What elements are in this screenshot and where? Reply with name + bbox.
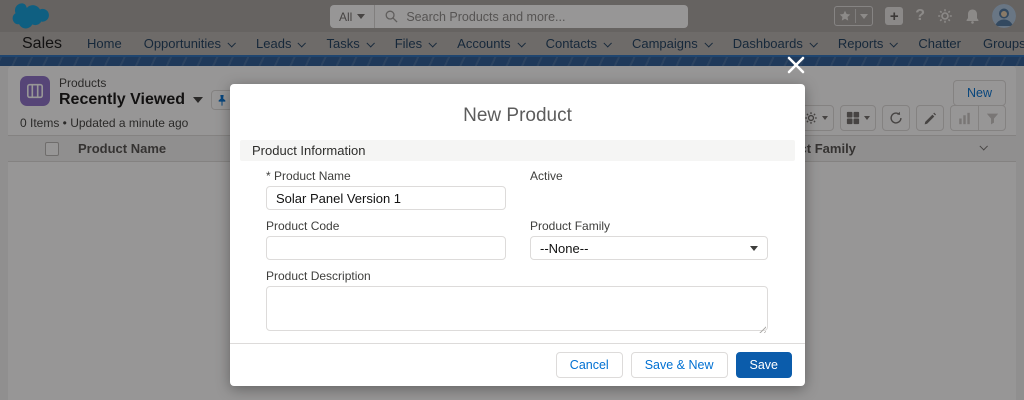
product-description-label: Product Description bbox=[266, 269, 371, 283]
close-icon bbox=[787, 56, 805, 74]
product-code-label: Product Code bbox=[266, 219, 340, 233]
product-form: * Product Name Active Product Code Produ… bbox=[230, 161, 805, 345]
modal-title: New Product bbox=[463, 105, 572, 126]
required-asterisk: * bbox=[266, 169, 271, 183]
modal-footer: Cancel Save & New Save bbox=[230, 343, 805, 386]
modal-close-button[interactable] bbox=[787, 56, 805, 74]
product-code-field: Product Code bbox=[266, 219, 506, 260]
product-description-field: Product Description bbox=[266, 269, 768, 336]
product-name-label: * Product Name bbox=[266, 169, 351, 183]
product-family-select[interactable]: --None-- bbox=[530, 236, 768, 260]
caret-down-icon bbox=[750, 245, 758, 251]
product-name-field: * Product Name bbox=[266, 169, 506, 210]
product-description-textarea[interactable] bbox=[266, 286, 768, 331]
product-code-input[interactable] bbox=[266, 236, 506, 260]
product-name-input[interactable] bbox=[266, 186, 506, 210]
cancel-button[interactable]: Cancel bbox=[555, 352, 623, 378]
salesforce-app: All + ? bbox=[0, 0, 1024, 400]
save-button[interactable]: Save bbox=[735, 352, 792, 378]
save-and-new-button[interactable]: Save & New bbox=[630, 352, 728, 378]
new-product-modal: New Product Product Information * Produc… bbox=[230, 84, 805, 386]
product-family-value: --None-- bbox=[540, 240, 589, 256]
product-family-field: Product Family --None-- bbox=[530, 219, 768, 260]
active-label: Active bbox=[530, 169, 563, 183]
section-header: Product Information bbox=[240, 140, 795, 161]
active-field: Active bbox=[530, 169, 768, 210]
product-family-label: Product Family bbox=[530, 219, 611, 233]
